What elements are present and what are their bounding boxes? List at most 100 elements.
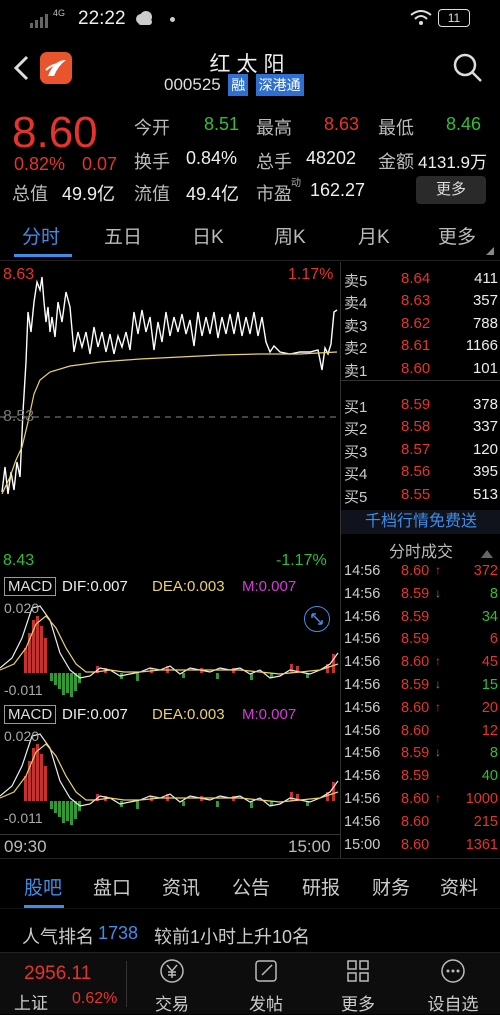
expand-icon[interactable] — [304, 606, 330, 632]
index-value[interactable]: 2956.11 — [24, 963, 91, 985]
macd-button[interactable]: MACD — [4, 705, 57, 724]
more-menu-button[interactable]: 更多 — [336, 957, 380, 1015]
tick-price: 8.60 — [401, 654, 430, 671]
tick-row: 14:56 8.60 ↑ 20 — [341, 698, 500, 721]
level-price: 8.55 — [401, 485, 431, 503]
price-line — [1, 276, 338, 495]
divider — [341, 380, 500, 381]
ask-row[interactable]: 卖2 8.61 1166 — [341, 335, 500, 358]
average-price-line — [1, 351, 338, 495]
tab-monthly-k[interactable]: 月K — [358, 222, 390, 249]
tick-time: 14:56 — [344, 745, 381, 762]
more-button[interactable]: 更多 — [416, 176, 486, 204]
tick-row: 14:56 8.60 ↑ 45 — [341, 652, 500, 675]
tick-time: 14:56 — [344, 768, 381, 785]
level-label: 买2 — [344, 421, 368, 439]
tick-row: 14:56 8.59 6 — [341, 629, 500, 652]
tick-volume: 215 — [473, 813, 498, 830]
stock-code: 000525 — [164, 75, 221, 94]
tab-more[interactable]: 更多 — [438, 222, 476, 249]
level-price: 8.58 — [401, 418, 431, 436]
ask-row[interactable]: 卖5 8.64 411 — [341, 268, 500, 291]
rank-label: 人气排名 — [22, 927, 94, 947]
more-label: 更多 — [341, 995, 375, 1014]
level-volume: 395 — [472, 463, 498, 481]
macd-axis-bottom-1: -0.011 — [4, 682, 43, 698]
divider — [126, 961, 127, 1007]
popularity-rank[interactable]: 人气排名 1738 较前1小时上升10名 — [0, 908, 500, 953]
axis-mid-price: 8.53 — [3, 408, 35, 425]
macd-dif: DIF:0.007 — [62, 578, 128, 595]
level-label: 卖1 — [344, 362, 368, 380]
tick-volume: 372 — [473, 563, 498, 579]
ask-row[interactable]: 卖4 8.63 357 — [341, 290, 500, 313]
down-arrow-icon: ↓ — [435, 677, 441, 691]
tick-price: 8.60 — [401, 699, 430, 716]
bid-row[interactable]: 买1 8.59 378 — [341, 394, 500, 417]
ask-row[interactable]: 卖1 8.60 101 — [341, 358, 500, 381]
stat-label: 换手 — [134, 152, 170, 172]
grid-icon — [344, 960, 372, 989]
stat-label: 总手 — [256, 152, 292, 172]
tab-five-day[interactable]: 五日 — [104, 222, 142, 249]
post-button[interactable]: 发帖 — [244, 957, 288, 1015]
tick-price: 8.60 — [401, 722, 430, 739]
tick-row: 15:00 8.60 1361 — [341, 835, 500, 858]
bid-row[interactable]: 买2 8.58 337 — [341, 416, 500, 439]
tab-research[interactable]: 研报 — [302, 873, 340, 900]
tick-volume: 20 — [481, 699, 498, 716]
tick-price: 8.59 — [401, 768, 430, 785]
up-arrow-icon: ↑ — [435, 699, 441, 714]
signal-icon — [30, 12, 52, 33]
up-arrow-icon: ↑ — [435, 654, 441, 669]
stat-label: 总值 — [12, 184, 48, 204]
intraday-chart[interactable]: 8.63 1.17% 8.53 8.43 -1.17% MACD DIF:0.0… — [0, 262, 340, 858]
bid-row[interactable]: 买5 8.55 513 — [341, 484, 500, 507]
footer-toolbar: 2956.11 上证 0.62% 交易 发帖 更多 设自选 — [0, 952, 500, 1014]
tab-daily-k[interactable]: 日K — [192, 222, 224, 249]
level-volume: 120 — [472, 440, 498, 458]
divider — [0, 834, 340, 835]
ask-row[interactable]: 卖3 8.62 788 — [341, 313, 500, 336]
time-start: 09:30 — [4, 837, 47, 856]
tab-forum[interactable]: 股吧 — [24, 873, 62, 900]
tick-volume: 1000 — [465, 791, 498, 807]
tab-profile[interactable]: 资料 — [440, 873, 478, 900]
promo-banner[interactable]: 千档行情免费送 — [341, 510, 500, 534]
tick-time: 14:56 — [344, 699, 381, 716]
tab-announcement[interactable]: 公告 — [232, 873, 270, 900]
stat-open: 8.51 — [204, 114, 240, 134]
change-percent: 0.82% — [14, 154, 66, 174]
current-price: 8.60 — [12, 108, 98, 157]
level-volume: 357 — [472, 292, 498, 310]
tab-finance[interactable]: 财务 — [372, 873, 410, 900]
tab-handicap[interactable]: 盘口 — [93, 873, 131, 900]
add-watchlist-button[interactable]: 设自选 — [420, 957, 486, 1015]
level-label: 卖2 — [344, 340, 368, 358]
tick-time: 14:56 — [344, 563, 381, 579]
axis-high-price: 8.63 — [3, 266, 35, 283]
tab-news[interactable]: 资讯 — [162, 873, 200, 900]
tick-time: 14:56 — [344, 631, 381, 648]
trade-button[interactable]: 交易 — [150, 957, 194, 1015]
macd-button[interactable]: MACD — [4, 577, 57, 596]
level-label: 买3 — [344, 443, 368, 461]
stat-float-cap: 49.4亿 — [186, 184, 240, 204]
stat-label: 最高 — [256, 118, 292, 138]
tick-row: 14:56 8.60 ↑ 1000 — [341, 789, 500, 812]
bid-row[interactable]: 买3 8.57 120 — [341, 439, 500, 462]
stat-pe: 162.27 — [310, 180, 366, 200]
level-volume: 101 — [472, 359, 498, 377]
notification-dot-icon — [170, 17, 175, 22]
macd-dea: DEA:0.003 — [152, 706, 225, 723]
tab-intraday[interactable]: 分时 — [22, 222, 60, 249]
search-icon[interactable] — [452, 52, 484, 89]
tick-price: 8.59 — [401, 631, 430, 648]
margin-tag: 融 — [228, 74, 249, 96]
tick-volume: 12 — [481, 722, 498, 739]
bid-row[interactable]: 买4 8.56 395 — [341, 461, 500, 484]
level-label: 买1 — [344, 399, 368, 416]
tab-weekly-k[interactable]: 周K — [274, 222, 306, 249]
tick-price: 8.60 — [401, 563, 430, 579]
rank-note: 较前1小时上升10名 — [154, 927, 311, 947]
